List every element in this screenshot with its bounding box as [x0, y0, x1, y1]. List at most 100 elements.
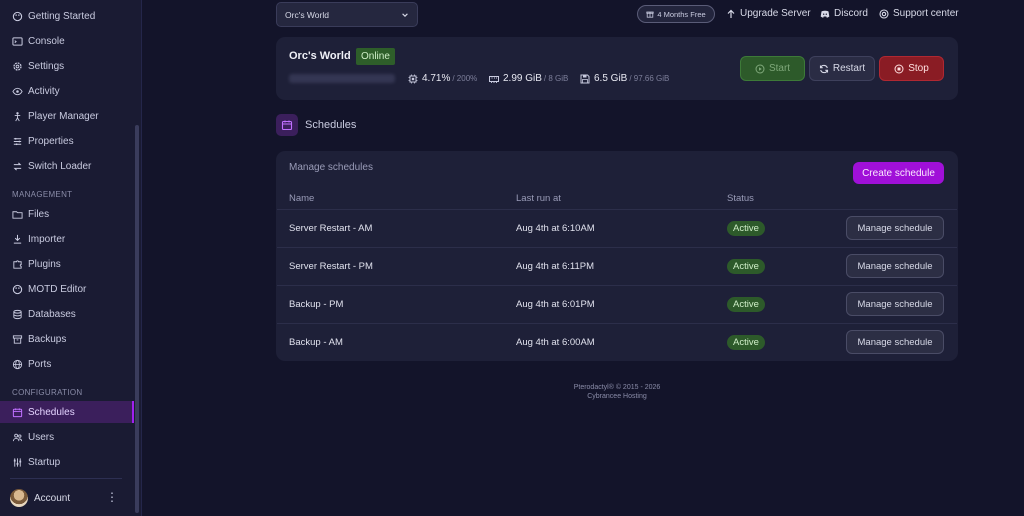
schedule-last-run: Aug 4th at 6:10AM	[516, 223, 595, 234]
avatar	[10, 489, 28, 507]
discord-link[interactable]: Discord	[820, 8, 868, 19]
support-center-link[interactable]: Support center	[879, 8, 959, 19]
sliders-icon	[12, 457, 23, 468]
create-schedule-button[interactable]: Create schedule	[853, 162, 944, 184]
swap-icon	[12, 161, 23, 172]
sidebar-item-label: Backups	[28, 333, 67, 345]
sidebar-item-player-manager[interactable]: Player Manager	[0, 105, 134, 127]
free-months-badge[interactable]: 4 Months Free	[637, 5, 715, 23]
archive-icon	[12, 334, 23, 345]
status-badge: Active	[727, 335, 765, 350]
sidebar-item-backups[interactable]: Backups	[0, 328, 134, 350]
manage-schedule-button[interactable]: Manage schedule	[846, 254, 944, 278]
download-icon	[12, 234, 23, 245]
column-header-status: Status	[727, 193, 754, 204]
status-badge: Active	[727, 221, 765, 236]
sidebar-item-label: MOTD Editor	[28, 283, 87, 295]
section-label-management: MANAGEMENT	[12, 190, 73, 199]
cpu-icon	[408, 74, 418, 83]
sidebar-item-label: Databases	[28, 308, 76, 320]
sidebar-scrollbar[interactable]	[135, 125, 139, 513]
server-select[interactable]: Orc's World	[276, 2, 418, 27]
sidebar-item-motd-editor[interactable]: MOTD Editor	[0, 278, 134, 300]
account-label: Account	[34, 492, 71, 504]
sidebar-item-importer[interactable]: Importer	[0, 228, 134, 250]
column-header-last-run: Last run at	[516, 193, 561, 204]
sidebar-item-label: Startup	[28, 456, 61, 468]
database-icon	[12, 309, 23, 320]
sidebar-item-label: Console	[28, 35, 65, 47]
sidebar-item-startup[interactable]: Startup	[0, 451, 134, 473]
free-months-label: 4 Months Free	[657, 9, 706, 19]
sidebar-item-ports[interactable]: Ports	[0, 353, 134, 375]
row-divider	[277, 323, 957, 324]
stop-label: Stop	[908, 63, 929, 74]
sidebar-item-files[interactable]: Files	[0, 203, 134, 225]
sidebar-item-plugins[interactable]: Plugins	[0, 253, 134, 275]
sidebar-item-settings[interactable]: Settings	[0, 55, 134, 77]
sidebar-item-label: Settings	[28, 60, 65, 72]
discord-label: Discord	[834, 8, 868, 19]
palette-icon	[12, 284, 23, 295]
play-icon	[755, 64, 765, 73]
lifebuoy-icon	[879, 8, 889, 19]
sidebar-item-properties[interactable]: Properties	[0, 130, 134, 152]
save-icon	[580, 74, 590, 83]
schedule-name: Backup - AM	[289, 337, 343, 348]
disk-value: 6.5 GiB	[594, 73, 628, 84]
discord-icon	[820, 10, 830, 18]
sidebar-item-label: Switch Loader	[28, 160, 92, 172]
kebab-menu-icon[interactable]: ⋮	[106, 491, 118, 503]
arrow-up-icon	[727, 9, 735, 18]
stop-button[interactable]: Stop	[879, 56, 944, 81]
sidebar-item-label: Activity	[28, 85, 60, 97]
gear-icon	[12, 61, 23, 72]
server-select-value: Orc's World	[285, 9, 329, 20]
sidebar-item-label: Player Manager	[28, 110, 99, 122]
sidebar-item-label: Plugins	[28, 258, 61, 270]
server-address-redacted	[289, 74, 395, 83]
memory-value: 2.99 GiB	[503, 73, 542, 84]
account-menu[interactable]: Account ⋮	[10, 488, 122, 508]
sidebar-item-activity[interactable]: Activity	[0, 80, 134, 102]
schedule-name: Backup - PM	[289, 299, 344, 310]
globe-icon	[12, 359, 23, 370]
refresh-icon	[819, 64, 828, 73]
sidebar-item-databases[interactable]: Databases	[0, 303, 134, 325]
sidebar-item-label: Users	[28, 431, 55, 443]
calendar-icon	[12, 407, 23, 418]
sidebar-item-users[interactable]: Users	[0, 426, 134, 448]
section-label-configuration: CONFIGURATION	[12, 388, 83, 397]
sidebar-divider	[10, 478, 122, 479]
gift-icon	[646, 10, 654, 18]
terminal-icon	[12, 36, 23, 47]
manage-schedule-button[interactable]: Manage schedule	[846, 216, 944, 240]
restart-button[interactable]: Restart	[809, 56, 875, 81]
sidebar-item-label: Files	[28, 208, 50, 220]
schedules-header-icon	[276, 114, 298, 136]
disk-limit: / 97.66 GiB	[629, 74, 670, 83]
schedule-last-run: Aug 4th at 6:11PM	[516, 261, 594, 272]
upgrade-server-label: Upgrade Server	[740, 8, 811, 19]
upgrade-server-link[interactable]: Upgrade Server	[726, 8, 811, 19]
sidebar-item-schedules[interactable]: Schedules	[0, 401, 134, 423]
sidebar-item-switch-loader[interactable]: Switch Loader	[0, 155, 134, 177]
puzzle-icon	[12, 259, 23, 270]
schedule-name: Server Restart - PM	[289, 261, 373, 272]
footer-host: Cybrancee Hosting	[587, 393, 647, 400]
manage-schedule-button[interactable]: Manage schedule	[846, 330, 944, 354]
start-button[interactable]: Start	[740, 56, 805, 81]
sidebar-item-label: Properties	[28, 135, 74, 147]
sliders-icon	[12, 136, 23, 147]
manage-schedules-label: Manage schedules	[289, 162, 373, 173]
cpu-stat: 4.71% / 200%	[408, 73, 477, 84]
manage-schedule-button[interactable]: Manage schedule	[846, 292, 944, 316]
sidebar-item-console[interactable]: Console	[0, 30, 134, 52]
server-name: Orc's World	[289, 50, 351, 62]
sidebar: Getting Started Console Settings Activit…	[0, 0, 142, 516]
schedule-name: Server Restart - AM	[289, 223, 373, 234]
page-title: Schedules	[305, 119, 357, 131]
sidebar-item-getting-started[interactable]: Getting Started	[0, 5, 134, 27]
chevron-down-icon	[401, 11, 409, 21]
schedule-last-run: Aug 4th at 6:01PM	[516, 299, 595, 310]
